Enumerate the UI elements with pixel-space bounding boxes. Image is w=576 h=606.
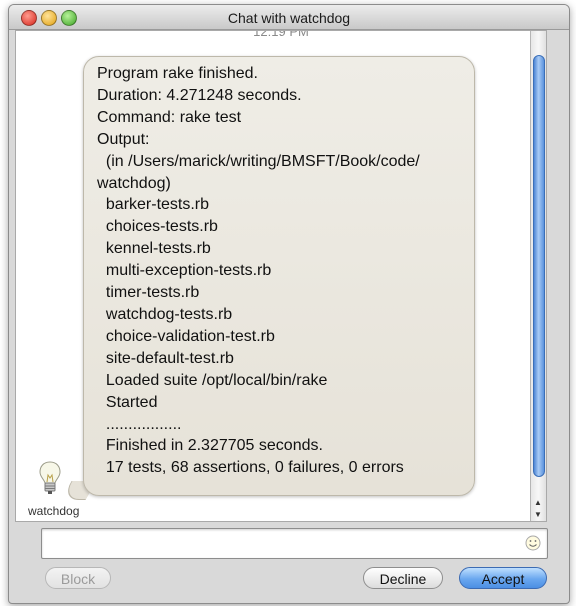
block-button[interactable]: Block <box>45 567 111 589</box>
message-line: multi-exception-tests.rb <box>97 262 272 280</box>
message-line: watchdog) <box>97 174 171 192</box>
message-line: Command: rake test <box>97 108 242 126</box>
scroll-down-arrow-icon[interactable]: ▼ <box>534 510 542 519</box>
message-input-container <box>41 528 548 559</box>
message-line: site-default-test.rb <box>97 349 234 367</box>
message-line: barker-tests.rb <box>97 196 210 214</box>
scroll-up-arrow-icon[interactable]: ▲ <box>534 498 542 507</box>
message-line: choice-validation-test.rb <box>97 327 275 345</box>
message-line: (in /Users/marick/writing/BMSFT/Book/cod… <box>97 152 420 170</box>
message-input[interactable] <box>46 531 510 556</box>
accept-button[interactable]: Accept <box>459 567 547 589</box>
sender-name: watchdog <box>28 504 80 518</box>
message-bubble: Program rake finished. Duration: 4.27124… <box>83 56 475 496</box>
message-line: timer-tests.rb <box>97 284 200 302</box>
chat-transcript[interactable]: 12:19 PM Program rake finished. Duration… <box>15 30 547 522</box>
message-line: Program rake finished. <box>97 65 258 82</box>
decline-button[interactable]: Decline <box>363 567 443 589</box>
message-line: ................. <box>97 415 182 433</box>
chat-window: Chat with watchdog 12:19 PM Program rake… <box>8 4 570 604</box>
lightbulb-icon <box>39 461 61 494</box>
title-bar: Chat with watchdog <box>9 5 569 30</box>
message-line: Loaded suite /opt/local/bin/rake <box>97 371 328 389</box>
scrollbar-thumb[interactable] <box>533 55 545 477</box>
message-lines: Program rake finished. Duration: 4.27124… <box>97 63 420 479</box>
message-line: watchdog-tests.rb <box>97 305 233 323</box>
message-line: Finished in 2.327705 seconds. <box>97 437 323 455</box>
message-line: Started <box>97 393 158 411</box>
smiley-icon[interactable] <box>525 535 541 551</box>
message-line: kennel-tests.rb <box>97 240 211 258</box>
message-line: 17 tests, 68 assertions, 0 failures, 0 e… <box>97 459 404 477</box>
message-timestamp: 12:19 PM <box>253 30 309 39</box>
chat-scrollbar[interactable]: ▲ ▼ <box>530 31 546 521</box>
message-line: Duration: 4.271248 seconds. <box>97 86 302 104</box>
window-title: Chat with watchdog <box>227 10 351 26</box>
message-line: Output: <box>97 130 150 148</box>
message-line: choices-tests.rb <box>97 218 218 236</box>
